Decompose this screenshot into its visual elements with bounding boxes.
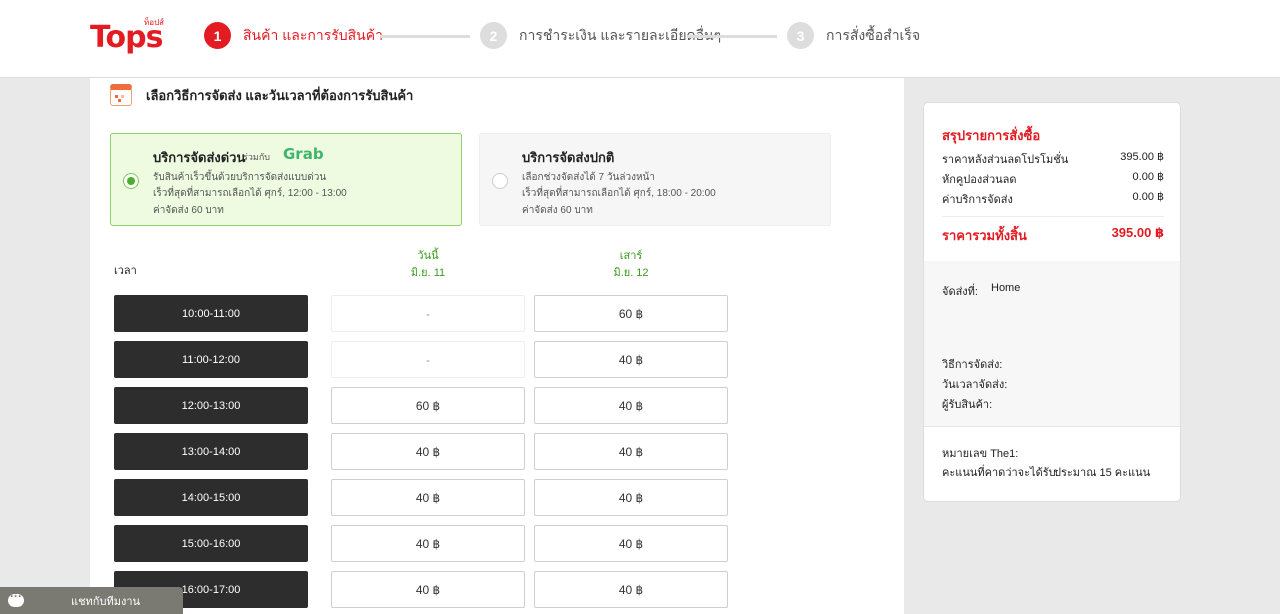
time-label: 15:00-16:00 xyxy=(114,525,308,562)
row-value: 395.00 ฿ xyxy=(1120,151,1164,163)
express-radio[interactable] xyxy=(123,173,139,189)
points-value: ประมาณ 15 คะแนน xyxy=(1054,467,1151,479)
slot-today[interactable]: 40 ฿ xyxy=(331,525,525,562)
grab-logo: Grab xyxy=(283,145,324,163)
time-label: 11:00-12:00 xyxy=(114,341,308,378)
summary-row-coupon: หักคูปองส่วนลด 0.00 ฿ xyxy=(942,170,1164,188)
total-label: ราคารวมทั้งสิ้น xyxy=(942,228,1027,243)
divider xyxy=(924,426,1180,427)
step-1: 1 สินค้า และการรับสินค้า xyxy=(204,22,383,49)
option-desc: เลือกช่วงจัดส่งได้ 7 วันล่วงหน้า xyxy=(522,172,655,183)
slot-saturday[interactable]: 40 ฿ xyxy=(534,341,728,378)
step-2: 2 การชำระเงิน และรายละเอียดอื่นๆ xyxy=(480,22,721,49)
chat-button[interactable]: แชทกับทีมงาน xyxy=(0,587,183,614)
step-label: การสั่งซื้อสำเร็จ xyxy=(826,26,921,43)
step-connector xyxy=(380,35,470,38)
slot-today[interactable]: 40 ฿ xyxy=(331,571,525,608)
slot-saturday[interactable]: 40 ฿ xyxy=(534,479,728,516)
slot-saturday[interactable]: 40 ฿ xyxy=(534,433,728,470)
section-title: เลือกวิธีการจัดส่ง และวันเวลาที่ต้องการร… xyxy=(110,84,413,106)
option-desc: รับสินค้าเร็วขึ้นด้วยบริการจัดส่งแบบด่วน xyxy=(153,172,327,183)
row-value: 0.00 ฿ xyxy=(1132,171,1164,183)
option-fee: ค่าจัดส่ง 60 บาท xyxy=(522,205,593,216)
chat-bubble-icon xyxy=(8,589,24,607)
slot-today: - xyxy=(331,295,525,332)
ship-to-label: จัดส่งที่: xyxy=(942,286,978,298)
step-connector xyxy=(687,35,777,38)
express-delivery-option[interactable]: บริการจัดส่งด่วน ร่วมกับ Grab รับสินค้าเ… xyxy=(110,133,462,226)
delivery-panel: เลือกวิธีการจัดส่ง และวันเวลาที่ต้องการร… xyxy=(90,78,904,614)
step-number: 1 xyxy=(204,22,231,49)
calendar-icon xyxy=(110,84,132,106)
slot-today: - xyxy=(331,341,525,378)
summary-row-subtotal: ราคาหลังส่วนลดโปรโมชั่น 395.00 ฿ xyxy=(942,150,1164,168)
step-3: 3 การสั่งซื้อสำเร็จ xyxy=(787,22,920,49)
summary-title: สรุปรายการสั่งซื้อ xyxy=(942,128,1041,143)
row-label: ราคาหลังส่วนลดโปรโมชั่น xyxy=(942,154,1069,166)
step-number: 2 xyxy=(480,22,507,49)
day-date: มิ.ย. 11 xyxy=(410,267,446,279)
option-earliest: เร็วที่สุดที่สามารถเลือกได้ ศุกร์, 18:00… xyxy=(522,188,716,199)
summary-row-shipping: ค่าบริการจัดส่ง 0.00 ฿ xyxy=(942,190,1164,208)
chat-label: แชทกับทีมงาน xyxy=(71,595,141,608)
time-label: 12:00-13:00 xyxy=(114,387,308,424)
time-label: 13:00-14:00 xyxy=(114,433,308,470)
option-title: บริการจัดส่งปกติ xyxy=(522,150,615,165)
row-label: หักคูปองส่วนลด xyxy=(942,174,1017,186)
day-date: มิ.ย. 12 xyxy=(613,267,649,279)
option-fee: ค่าจัดส่ง 60 บาท xyxy=(153,205,224,216)
section-title-text: เลือกวิธีการจัดส่ง และวันเวลาที่ต้องการร… xyxy=(146,87,414,103)
partner-label: ร่วมกับ xyxy=(243,152,270,162)
slot-today[interactable]: 60 ฿ xyxy=(331,387,525,424)
order-summary: สรุปรายการสั่งซื้อ ราคาหลังส่วนลดโปรโมชั… xyxy=(923,102,1181,502)
divider xyxy=(942,216,1164,217)
total-value: 395.00 ฿ xyxy=(1111,225,1164,240)
step-number: 3 xyxy=(787,22,814,49)
option-earliest: เร็วที่สุดที่สามารถเลือกได้ ศุกร์, 12:00… xyxy=(153,188,347,199)
standard-radio[interactable] xyxy=(492,173,508,189)
receiver-label: ผู้รับสินค้า: xyxy=(942,399,993,411)
slot-saturday[interactable]: 40 ฿ xyxy=(534,571,728,608)
points-label: คะแนนที่คาดว่าจะได้รับ: xyxy=(942,467,1059,479)
step-label: สินค้า และการรับสินค้า xyxy=(243,26,383,43)
day-name: วันนี้ xyxy=(417,250,439,262)
top-header: Tops ท็อปส์ 1 สินค้า และการรับสินค้า 2 ก… xyxy=(0,0,1280,78)
row-label: ค่าบริการจัดส่ง xyxy=(942,194,1013,206)
slot-today[interactable]: 40 ฿ xyxy=(331,479,525,516)
the1-label: หมายเลข The1: xyxy=(942,448,1019,460)
row-value: 0.00 ฿ xyxy=(1132,191,1164,203)
summary-total: ราคารวมทั้งสิ้น 395.00 ฿ xyxy=(942,225,1164,246)
option-title: บริการจัดส่งด่วน xyxy=(153,150,246,165)
day-header-saturday: เสาร์ มิ.ย. 12 xyxy=(534,248,728,282)
slot-saturday[interactable]: 40 ฿ xyxy=(534,525,728,562)
delivery-datetime-label: วันเวลาจัดส่ง: xyxy=(942,379,1008,391)
time-column-header: เวลา xyxy=(114,265,137,277)
day-header-today: วันนี้ มิ.ย. 11 xyxy=(331,248,525,282)
slot-saturday[interactable]: 40 ฿ xyxy=(534,387,728,424)
ship-to-value: Home xyxy=(991,282,1021,294)
logo-tagline: ท็อปส์ xyxy=(144,18,165,27)
day-name: เสาร์ xyxy=(619,250,643,262)
tops-logo[interactable]: Tops ท็อปส์ xyxy=(90,16,170,56)
standard-delivery-option[interactable]: บริการจัดส่งปกติ เลือกช่วงจัดส่งได้ 7 วั… xyxy=(479,133,831,226)
delivery-details: จัดส่งที่: Home วิธีการจัดส่ง: วันเวลาจั… xyxy=(924,261,1180,426)
delivery-method-label: วิธีการจัดส่ง: xyxy=(942,359,1003,371)
time-label: 10:00-11:00 xyxy=(114,295,308,332)
slot-today[interactable]: 40 ฿ xyxy=(331,433,525,470)
time-label: 14:00-15:00 xyxy=(114,479,308,516)
slot-saturday[interactable]: 60 ฿ xyxy=(534,295,728,332)
